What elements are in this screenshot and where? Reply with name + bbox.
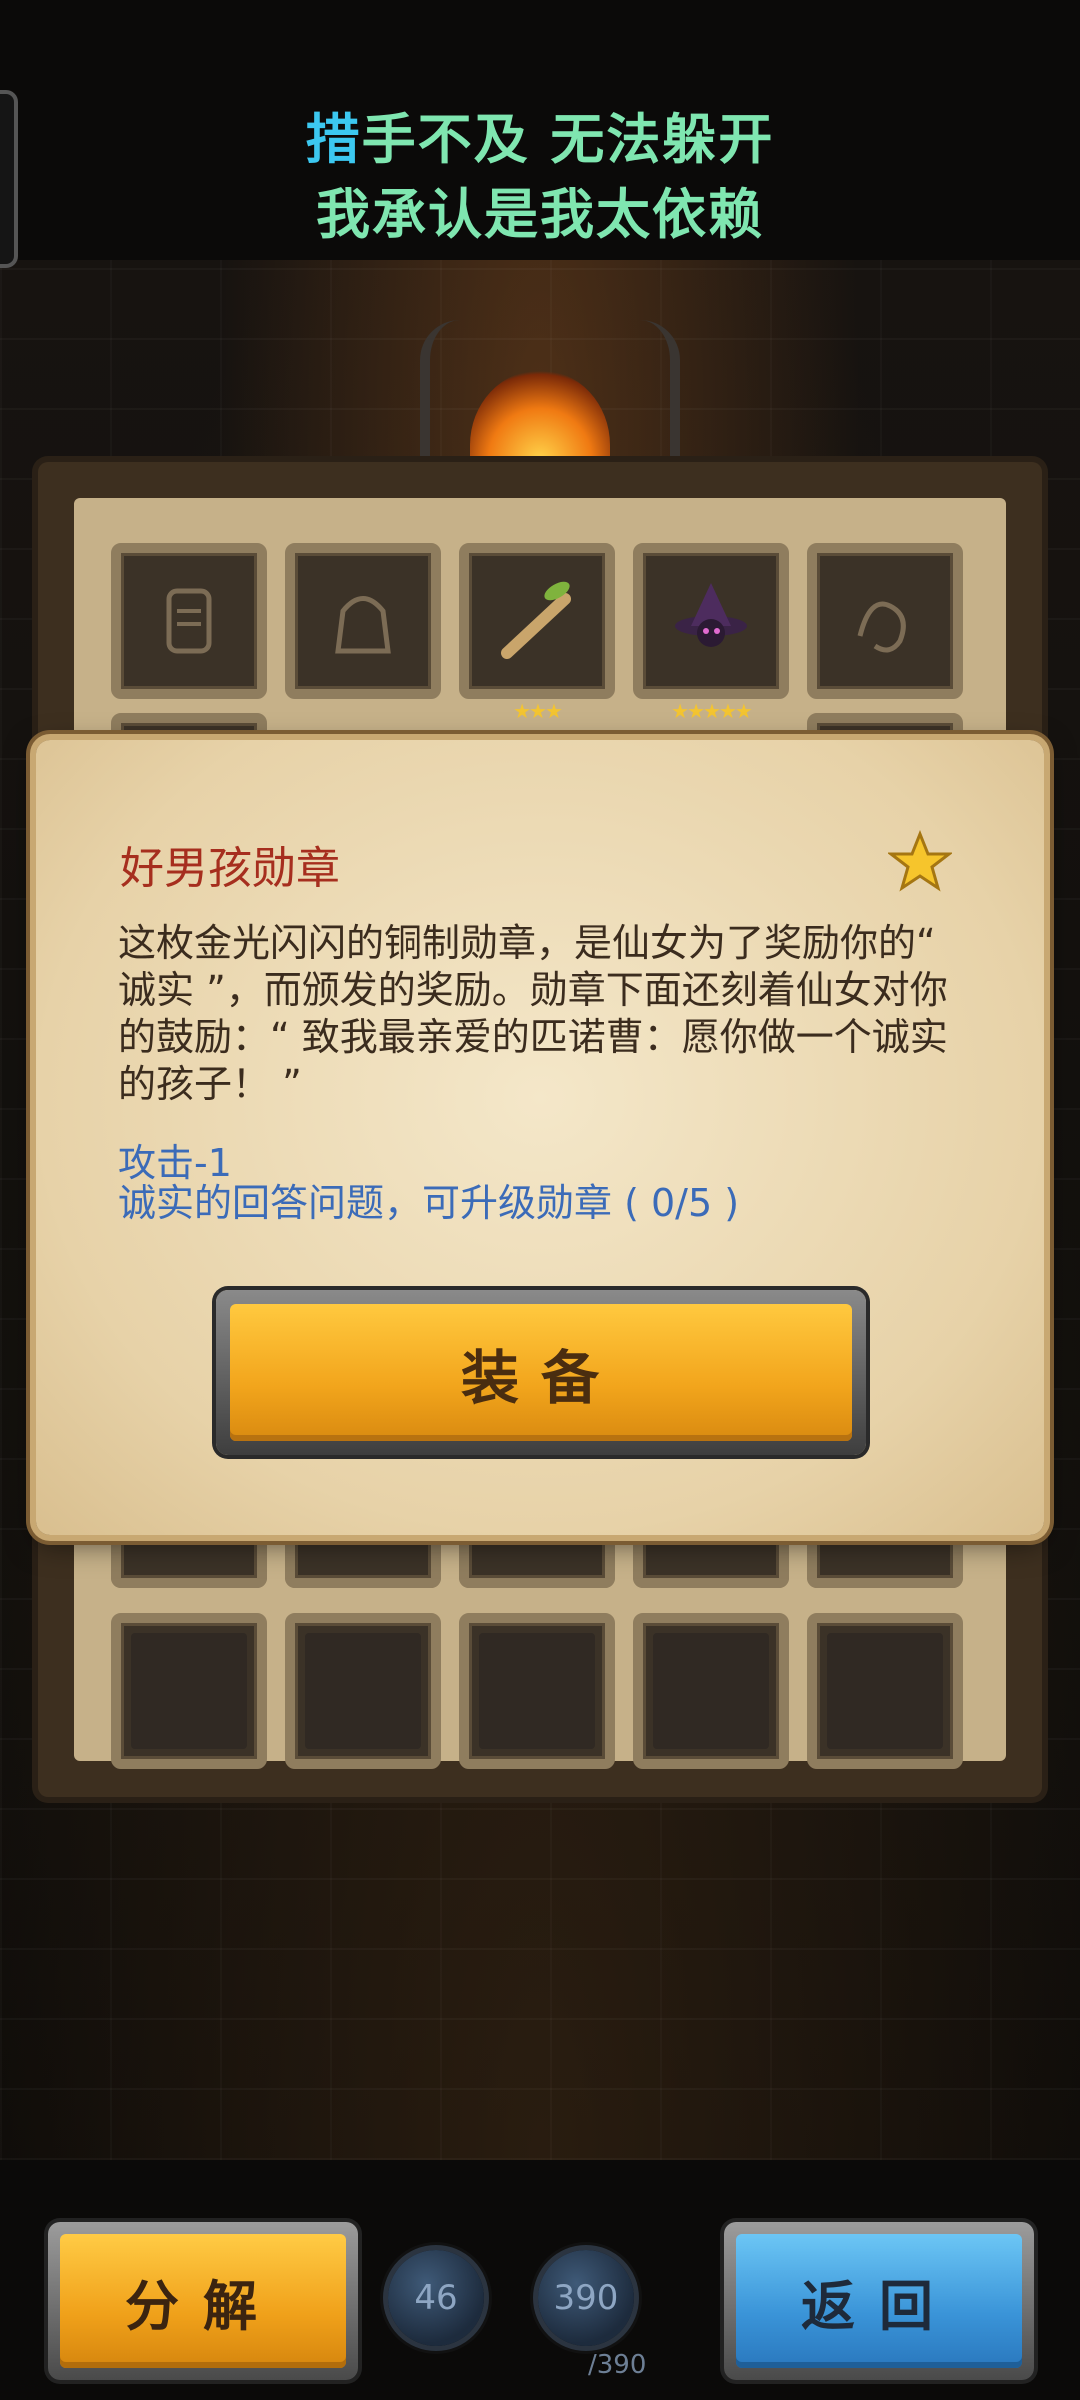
inventory-slot[interactable] xyxy=(633,1538,789,1588)
wooden-stick-icon xyxy=(469,553,605,689)
inventory-slot[interactable] xyxy=(285,1538,441,1588)
inventory-slot[interactable] xyxy=(807,1538,963,1588)
inventory-slot[interactable] xyxy=(111,1538,267,1588)
item-upgrade-hint: 诚实的回答问题，可升级勋章 ( 0/5 ) xyxy=(118,1181,740,1225)
inventory-slot[interactable] xyxy=(111,543,267,699)
inventory-slot[interactable] xyxy=(459,1613,615,1769)
equip-button[interactable]: 装备 xyxy=(216,1290,866,1455)
star-icon xyxy=(888,830,952,892)
capacity-current: 390 xyxy=(553,2278,619,2318)
inventory-slot[interactable] xyxy=(285,543,441,699)
bag-silhouette-icon xyxy=(295,553,431,689)
potion-counter: 46 xyxy=(388,2250,484,2346)
decompose-button-label: 分解 xyxy=(60,2234,346,2368)
lyric-line-2: 我承认是我太依赖 xyxy=(316,183,764,246)
inventory-slot[interactable] xyxy=(285,1613,441,1769)
inventory-slot[interactable] xyxy=(807,1613,963,1769)
lyric-line-1-text: 手不及 无法躲开 xyxy=(361,108,775,171)
back-button-label: 返回 xyxy=(736,2234,1022,2368)
scroll-silhouette-icon xyxy=(121,553,257,689)
inventory-slot[interactable] xyxy=(459,1538,615,1588)
inventory-slot[interactable] xyxy=(807,543,963,699)
potion-count: 46 xyxy=(414,2278,458,2318)
inventory-slot[interactable]: ★★★ xyxy=(459,543,615,723)
star-rating: ★★★ xyxy=(513,699,563,723)
witch-hat-icon xyxy=(643,553,779,689)
item-detail-dialog: 好男孩勋章 这枚金光闪闪的铜制勋章，是仙女为了奖励你的“ 诚实 ”，而颁发的奖励… xyxy=(36,740,1044,1535)
star-rating: ★★★★★ xyxy=(671,699,753,723)
capacity-counter: 390 xyxy=(538,2250,634,2346)
lyric-highlight: 措 xyxy=(305,108,362,171)
equip-button-label: 装备 xyxy=(230,1304,852,1441)
rope-silhouette-icon xyxy=(817,553,953,689)
inventory-slot[interactable]: ★★★★★ xyxy=(633,543,789,723)
item-title: 好男孩勋章 xyxy=(120,843,340,894)
inventory-slot[interactable] xyxy=(633,1613,789,1769)
capacity-max: /390 xyxy=(588,2350,647,2380)
lyric-line-1: 措手不及 无法躲开 xyxy=(0,95,1080,174)
inventory-slot[interactable] xyxy=(111,1613,267,1769)
item-description: 这枚金光闪闪的铜制勋章，是仙女为了奖励你的“ 诚实 ”，而颁发的奖励。勋章下面还… xyxy=(118,921,948,1106)
back-button[interactable]: 返回 xyxy=(724,2222,1034,2380)
decompose-button[interactable]: 分解 xyxy=(48,2222,358,2380)
